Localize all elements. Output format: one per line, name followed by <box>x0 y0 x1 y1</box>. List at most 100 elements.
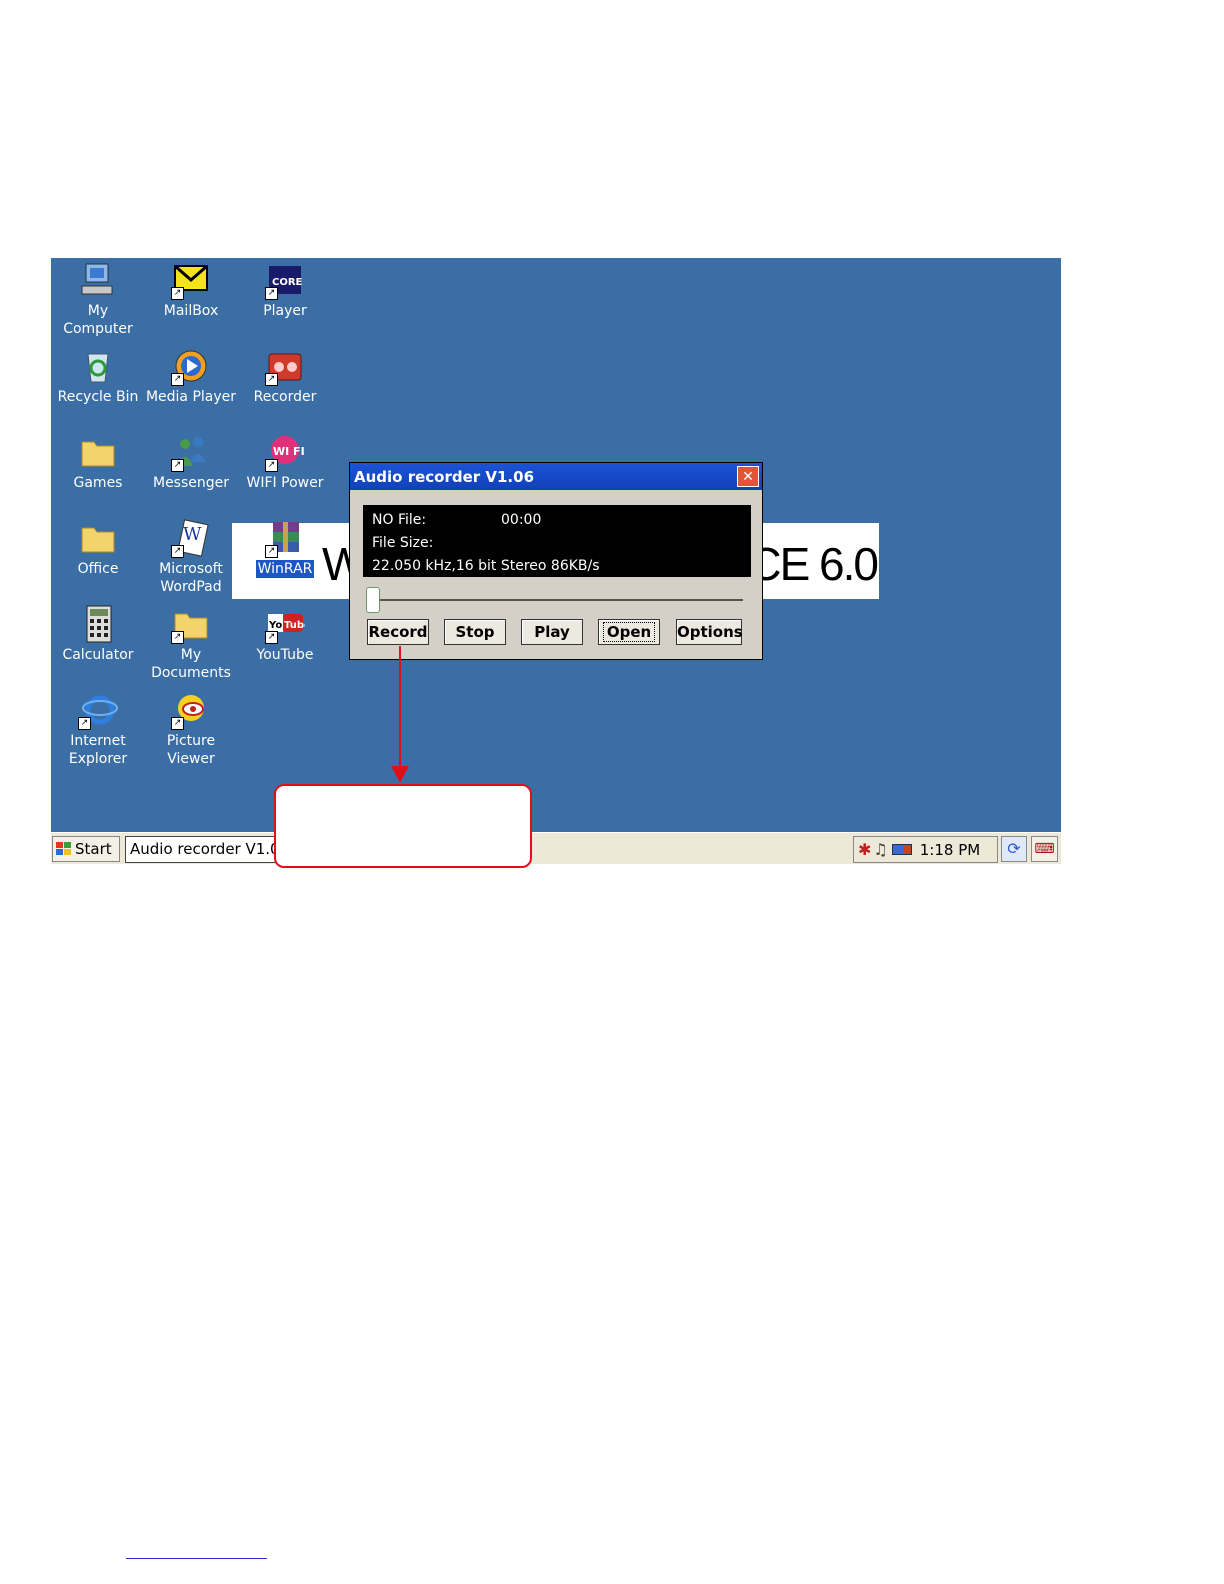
desktop-switch-icon[interactable]: ⟳ <box>1001 836 1027 862</box>
icon-label: MailBox <box>163 303 219 319</box>
icon-label: Office <box>77 561 119 577</box>
progress-slider-thumb[interactable] <box>366 587 380 613</box>
shortcut-arrow-icon: ↗ <box>171 545 184 558</box>
messenger-icon: ↗ <box>171 432 211 472</box>
icon-label: My Documents <box>151 647 231 681</box>
icon-label: My Computer <box>63 303 133 337</box>
clock: 1:18 PM <box>919 840 981 859</box>
icon-label: Internet Explorer <box>68 733 128 767</box>
shortcut-arrow-icon: ↗ <box>265 287 278 300</box>
record-button[interactable]: Record <box>367 619 429 645</box>
shortcut-arrow-icon: ↗ <box>78 717 91 730</box>
shortcut-arrow-icon: ↗ <box>265 545 278 558</box>
file-label: NO File: <box>372 512 427 528</box>
taskbar: Start Audio recorder V1.06 ✱ ♫ 1:18 PM ⟳… <box>51 832 1061 864</box>
recorder-icon: ↗ <box>265 346 305 386</box>
icon-label: WinRAR <box>255 560 315 578</box>
desktop-icon-my-documents[interactable]: ↗ My Documents <box>144 604 238 682</box>
icon-label: Recycle Bin <box>57 389 139 405</box>
desktop-icon-youtube[interactable]: YouTube ↗ YouTube <box>238 604 332 664</box>
shortcut-arrow-icon: ↗ <box>265 459 278 472</box>
desktop-icon-my-computer[interactable]: My Computer <box>51 260 145 338</box>
svg-text:WI FI: WI FI <box>273 445 305 458</box>
shortcut-arrow-icon: ↗ <box>171 631 184 644</box>
picture-viewer-icon: ↗ <box>171 690 211 730</box>
coreplayer-icon: CORE ↗ <box>265 260 305 300</box>
winrar-icon: ↗ <box>265 518 305 558</box>
svg-text:W: W <box>183 524 202 545</box>
callout-box <box>274 784 532 868</box>
system-tray: ✱ ♫ 1:18 PM <box>853 836 998 863</box>
progress-slider-track[interactable] <box>367 599 743 601</box>
icon-label: Games <box>73 475 123 491</box>
dialog-title: Audio recorder V1.06 <box>354 467 535 486</box>
internet-explorer-icon: ↗ <box>78 690 118 730</box>
folder-icon: ↗ <box>171 604 211 644</box>
desktop-icon-recycle-bin[interactable]: Recycle Bin <box>51 346 145 406</box>
elapsed-time: 00:00 <box>501 512 542 528</box>
youtube-icon: YouTube ↗ <box>265 604 311 644</box>
media-player-icon: ↗ <box>171 346 211 386</box>
audio-recorder-dialog: Audio recorder V1.06 ✕ NO File: 00:00 Fi… <box>349 462 763 660</box>
desktop-icon-wifi-power[interactable]: WI FI ↗ WIFI Power <box>238 432 332 492</box>
icon-label: Media Player <box>145 389 237 405</box>
wordpad-icon: W ↗ <box>171 518 211 558</box>
icon-label: Player <box>263 303 307 319</box>
recycle-bin-icon <box>78 346 118 386</box>
audio-format: 22.050 kHz,16 bit Stereo 86KB/s <box>372 558 600 574</box>
icon-label: YouTube <box>256 647 314 663</box>
banner-right-text: CE 6.0 <box>748 538 879 590</box>
shortcut-arrow-icon: ↗ <box>171 373 184 386</box>
volume-icon[interactable]: ♫ <box>873 840 887 859</box>
windows-flag-icon <box>56 842 71 855</box>
close-button[interactable]: ✕ <box>737 466 759 487</box>
desktop-icon-player[interactable]: CORE ↗ Player <box>238 260 332 320</box>
folder-icon <box>78 518 118 558</box>
icon-label: Calculator <box>62 647 134 663</box>
dialog-titlebar[interactable]: Audio recorder V1.06 ✕ <box>350 463 762 490</box>
folder-icon <box>78 432 118 472</box>
shortcut-arrow-icon: ↗ <box>171 717 184 730</box>
desktop-icon-picture-viewer[interactable]: ↗ Picture Viewer <box>144 690 238 768</box>
icon-label: Picture Viewer <box>166 733 216 767</box>
desktop-icon-recorder[interactable]: ↗ Recorder <box>238 346 332 406</box>
options-button[interactable]: Options <box>676 619 743 645</box>
wifi-icon: WI FI ↗ <box>265 432 305 472</box>
calculator-icon <box>78 604 118 644</box>
shortcut-arrow-icon: ↗ <box>171 459 184 472</box>
stop-button[interactable]: Stop <box>444 619 506 645</box>
shortcut-arrow-icon: ↗ <box>265 373 278 386</box>
callout-arrowhead <box>391 766 409 783</box>
desktop-icon-calculator[interactable]: Calculator <box>51 604 145 664</box>
desktop-icon-wordpad[interactable]: W ↗ Microsoft WordPad <box>144 518 238 596</box>
file-size-label: File Size: <box>372 535 434 551</box>
mailbox-icon: ↗ <box>171 260 211 300</box>
icon-label: WIFI Power <box>246 475 324 491</box>
icon-label: Microsoft WordPad <box>159 561 223 595</box>
desktop: W CE 6.0 My Computer Recycle Bin Games O… <box>51 258 1061 864</box>
desktop-icon-messenger[interactable]: ↗ Messenger <box>144 432 238 492</box>
svg-text:Tube: Tube <box>284 620 305 631</box>
open-button-label: Open <box>602 622 656 642</box>
play-button[interactable]: Play <box>521 619 583 645</box>
icon-label: Recorder <box>253 389 317 405</box>
desktop-icon-winrar[interactable]: ↗ WinRAR <box>238 518 332 578</box>
icon-label: Messenger <box>152 475 230 491</box>
start-label: Start <box>75 840 112 858</box>
callout-line <box>399 646 401 770</box>
desktop-icon-mailbox[interactable]: ↗ MailBox <box>144 260 238 320</box>
recording-info-panel: NO File: 00:00 File Size: 22.050 kHz,16 … <box>363 505 751 577</box>
footer-underline <box>126 1558 267 1559</box>
desktop-icon-internet-explorer[interactable]: ↗ Internet Explorer <box>51 690 145 768</box>
battery-icon[interactable] <box>891 844 912 855</box>
desktop-icon-media-player[interactable]: ↗ Media Player <box>144 346 238 406</box>
open-button[interactable]: Open <box>598 619 660 645</box>
network-icon[interactable]: ✱ <box>858 840 871 859</box>
desktop-icon-games[interactable]: Games <box>51 432 145 492</box>
keyboard-icon[interactable]: ⌨ <box>1031 836 1058 862</box>
shortcut-arrow-icon: ↗ <box>265 631 278 644</box>
shortcut-arrow-icon: ↗ <box>171 287 184 300</box>
my-computer-icon <box>78 260 118 300</box>
start-button[interactable]: Start <box>52 836 120 862</box>
desktop-icon-office[interactable]: Office <box>51 518 145 578</box>
